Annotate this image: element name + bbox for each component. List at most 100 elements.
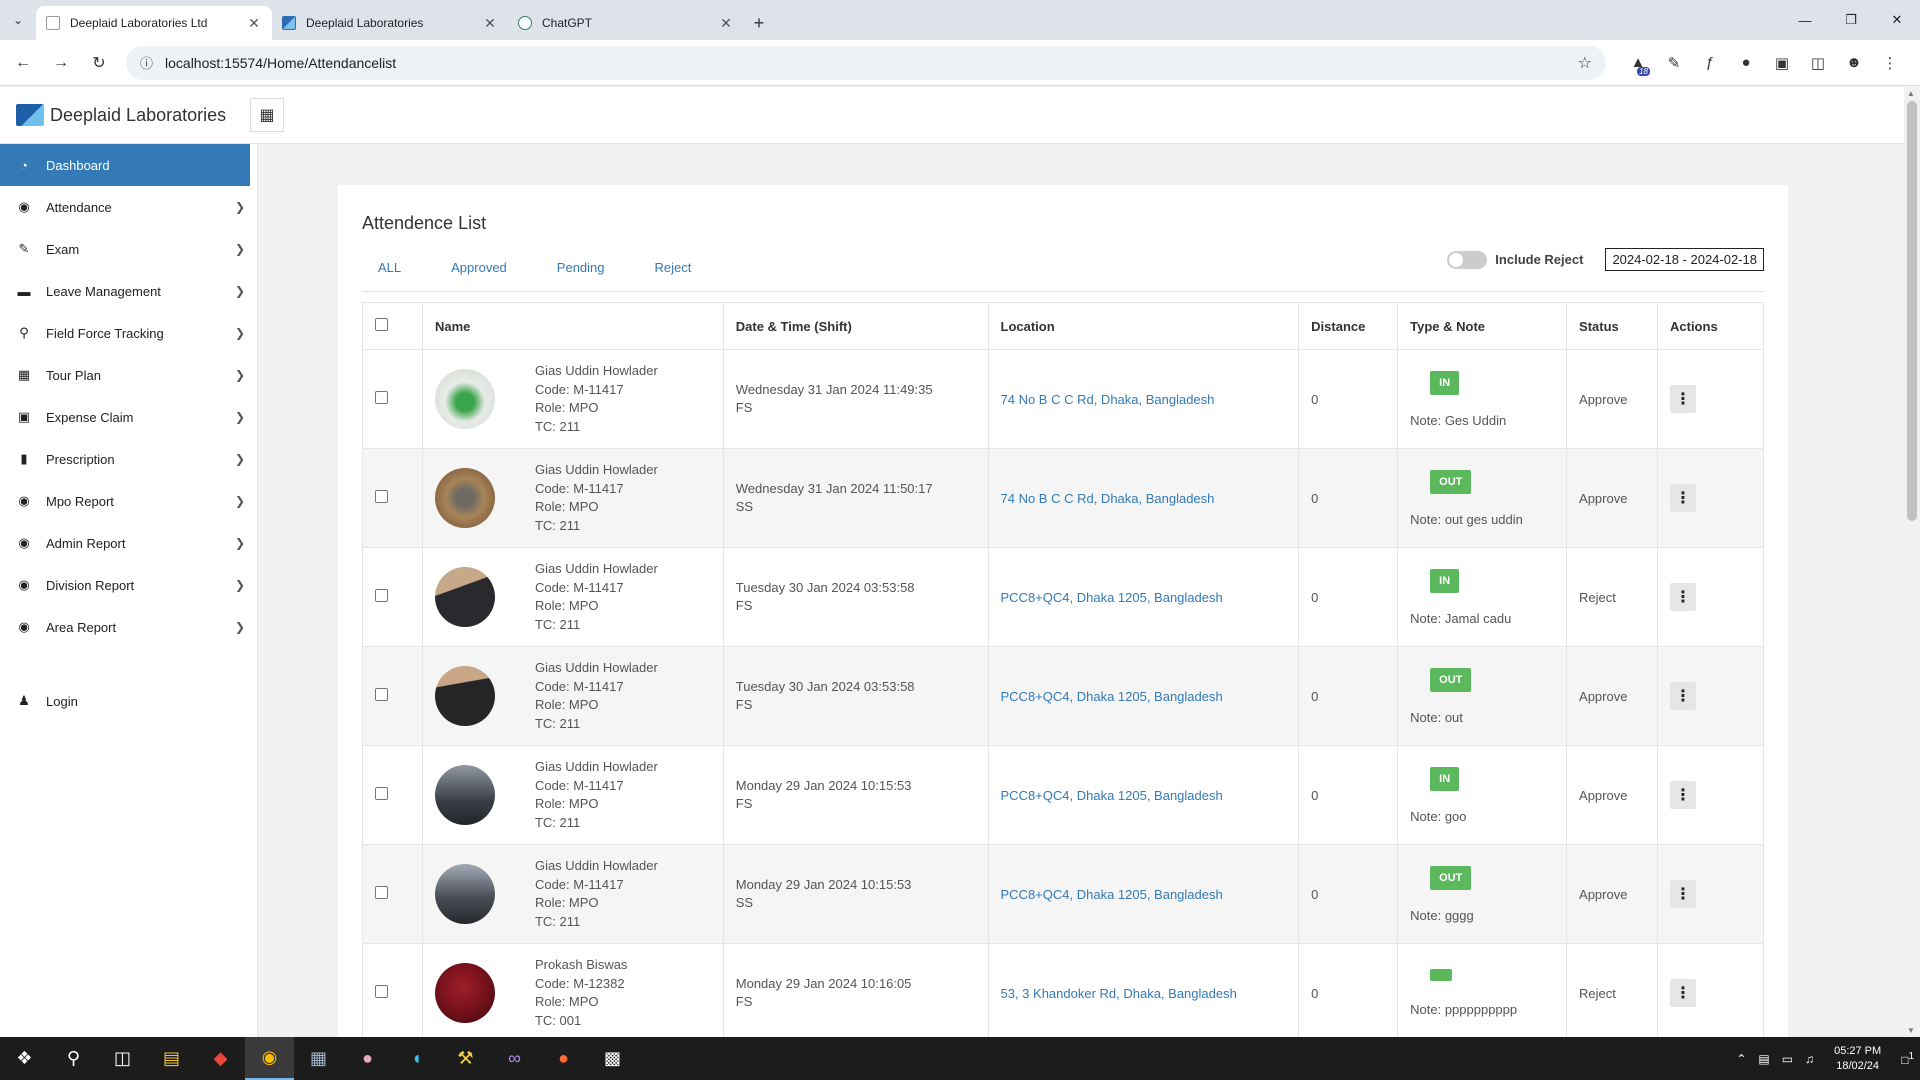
filter-tab-approved[interactable]: Approved — [435, 260, 507, 275]
calculator-icon[interactable]: ▦ — [294, 1037, 343, 1080]
filter-tab-reject[interactable]: Reject — [639, 260, 692, 275]
location-link[interactable]: PCC8+QC4, Dhaka 1205, Bangladesh — [1001, 590, 1223, 605]
terminal-icon[interactable]: ▩ — [588, 1037, 637, 1080]
brand[interactable]: Deeplaid Laboratories — [0, 104, 250, 126]
browser-tab-2[interactable]: Deeplaid Laboratories ✕ — [272, 6, 508, 40]
restore-icon[interactable]: ❐ — [1828, 0, 1874, 40]
location-link[interactable]: 74 No B C C Rd, Dhaka, Bangladesh — [1001, 392, 1215, 407]
avatar[interactable] — [434, 864, 495, 924]
search-icon[interactable]: ⚲ — [49, 1037, 98, 1080]
sidebar-item-admin-report[interactable]: ◉ Admin Report ❯ — [0, 522, 257, 564]
sidebar-item-exam[interactable]: ✎ Exam ❯ — [0, 228, 257, 270]
browser-tab-1[interactable]: Deeplaid Laboratories Ltd ✕ — [36, 6, 272, 40]
profile-icon[interactable]: ☻ — [1836, 48, 1872, 78]
back-arrow-icon[interactable]: ← — [8, 48, 38, 78]
avatar[interactable] — [434, 468, 495, 528]
row-checkbox[interactable] — [375, 589, 388, 602]
include-reject-toggle[interactable] — [1447, 250, 1488, 269]
browser-menu-icon[interactable]: ⋮ — [1872, 48, 1908, 78]
tools-icon[interactable]: ⚒ — [441, 1037, 490, 1080]
sidebar-item-field-force-tracking[interactable]: ⚲ Field Force Tracking ❯ — [0, 312, 257, 354]
date-range-input[interactable]: 2024-02-18 - 2024-02-18 — [1605, 248, 1764, 271]
notification-icon[interactable]: □1 — [1901, 1051, 1914, 1067]
reload-icon[interactable]: ↻ — [84, 48, 114, 78]
page-scrollbar[interactable]: ▲ ▼ — [1904, 87, 1920, 1037]
formula-icon[interactable]: ƒ — [1692, 48, 1728, 78]
location-link[interactable]: 74 No B C C Rd, Dhaka, Bangladesh — [1001, 491, 1215, 506]
info-icon[interactable]: ⓘ — [140, 53, 153, 72]
sidebar-item-leave-management[interactable]: ▬ Leave Management ❯ — [0, 270, 257, 312]
actions-menu-button[interactable]: ⋮ — [1670, 979, 1696, 1007]
scroll-up-icon[interactable]: ▲ — [1907, 89, 1915, 98]
volume-icon[interactable]: ♫ — [1805, 1052, 1814, 1066]
close-window-icon[interactable]: ✕ — [1874, 0, 1920, 40]
avatar[interactable] — [434, 963, 495, 1023]
row-checkbox[interactable] — [375, 886, 388, 899]
sidebar-item-prescription[interactable]: ▮ Prescription ❯ — [0, 438, 257, 480]
new-tab-button[interactable]: + — [744, 6, 774, 40]
type-note-cell: OUT Note: out ges uddin — [1397, 448, 1568, 548]
edge-icon[interactable]: ◖ — [392, 1037, 441, 1080]
filter-tab-pending[interactable]: Pending — [541, 260, 605, 275]
tab-search-chevron-icon[interactable]: ⌄ — [0, 0, 36, 40]
pen-icon[interactable]: ✎ — [1656, 48, 1692, 78]
actions-menu-button[interactable]: ⋮ — [1670, 583, 1696, 611]
row-checkbox[interactable] — [375, 490, 388, 503]
minimize-icon[interactable]: — — [1782, 0, 1828, 40]
file-explorer-icon[interactable]: ▤ — [147, 1037, 196, 1080]
scroll-down-icon[interactable]: ▼ — [1907, 1026, 1915, 1035]
select-all-checkbox[interactable] — [375, 318, 388, 331]
sidebar-item-attendance[interactable]: ◉ Attendance ❯ — [0, 186, 257, 228]
url-text[interactable]: localhost:15574/Home/Attendancelist — [165, 55, 1578, 71]
sidebar-item-dashboard[interactable]: ◔ Dashboard — [0, 144, 250, 186]
clock[interactable]: 05:27 PM 18/02/24 — [1834, 1044, 1881, 1074]
actions-menu-button[interactable]: ⋮ — [1670, 385, 1696, 413]
sidebar-item-mpo-report[interactable]: ◉ Mpo Report ❯ — [0, 480, 257, 522]
close-icon[interactable]: ✕ — [482, 15, 498, 32]
network-icon[interactable]: ▤ — [1758, 1052, 1769, 1066]
row-checkbox[interactable] — [375, 391, 388, 404]
row-checkbox[interactable] — [375, 985, 388, 998]
avatar[interactable] — [434, 369, 495, 429]
visual-studio-icon[interactable]: ∞ — [490, 1037, 539, 1080]
extension-cap-icon[interactable]: ▲ 18 — [1620, 48, 1656, 78]
scrollbar-thumb[interactable] — [1907, 101, 1917, 521]
actions-menu-button[interactable]: ⋮ — [1670, 484, 1696, 512]
sidebar-item-login[interactable]: ♟ Login — [0, 680, 257, 722]
close-icon[interactable]: ✕ — [246, 15, 262, 32]
filter-tab-all[interactable]: ALL — [362, 260, 401, 275]
puzzle-icon[interactable]: ▣ — [1764, 48, 1800, 78]
browser-tab-3[interactable]: ChatGPT ✕ — [508, 6, 744, 40]
battery-icon[interactable]: ▭ — [1782, 1052, 1793, 1066]
task-view-icon[interactable]: ◫ — [98, 1037, 147, 1080]
location-link[interactable]: 53, 3 Khandoker Rd, Dhaka, Bangladesh — [1001, 986, 1237, 1001]
avatar[interactable] — [434, 567, 495, 627]
address-bar[interactable]: ⓘ localhost:15574/Home/Attendancelist ☆ — [126, 45, 1606, 80]
grid-menu-button[interactable]: ▦ — [250, 98, 284, 132]
row-checkbox[interactable] — [375, 688, 388, 701]
windows-start-icon[interactable]: ❖ — [0, 1037, 49, 1080]
actions-menu-button[interactable]: ⋮ — [1670, 682, 1696, 710]
postman-icon[interactable]: ● — [539, 1037, 588, 1080]
avatar[interactable] — [434, 765, 495, 825]
anydesk-icon[interactable]: ◆ — [196, 1037, 245, 1080]
tray-chevron-up-icon[interactable]: ⌃ — [1736, 1052, 1746, 1066]
forward-arrow-icon[interactable]: → — [46, 48, 76, 78]
actions-menu-button[interactable]: ⋮ — [1670, 880, 1696, 908]
close-icon[interactable]: ✕ — [718, 15, 734, 32]
sidebar-item-area-report[interactable]: ◉ Area Report ❯ — [0, 606, 257, 648]
circle-extension-icon[interactable]: ● — [1728, 48, 1764, 78]
location-link[interactable]: PCC8+QC4, Dhaka 1205, Bangladesh — [1001, 887, 1223, 902]
bookmark-star-icon[interactable]: ☆ — [1578, 53, 1592, 73]
location-link[interactable]: PCC8+QC4, Dhaka 1205, Bangladesh — [1001, 689, 1223, 704]
actions-menu-button[interactable]: ⋮ — [1670, 781, 1696, 809]
sidebar-item-expense-claim[interactable]: ▣ Expense Claim ❯ — [0, 396, 257, 438]
location-link[interactable]: PCC8+QC4, Dhaka 1205, Bangladesh — [1001, 788, 1223, 803]
paint-icon[interactable]: ● — [343, 1037, 392, 1080]
sidebar-item-tour-plan[interactable]: ▦ Tour Plan ❯ — [0, 354, 257, 396]
avatar[interactable] — [434, 666, 495, 726]
sidebar-item-division-report[interactable]: ◉ Division Report ❯ — [0, 564, 257, 606]
chrome-icon[interactable]: ◉ — [245, 1037, 294, 1080]
row-checkbox[interactable] — [375, 787, 388, 800]
side-panel-icon[interactable]: ◫ — [1800, 48, 1836, 78]
